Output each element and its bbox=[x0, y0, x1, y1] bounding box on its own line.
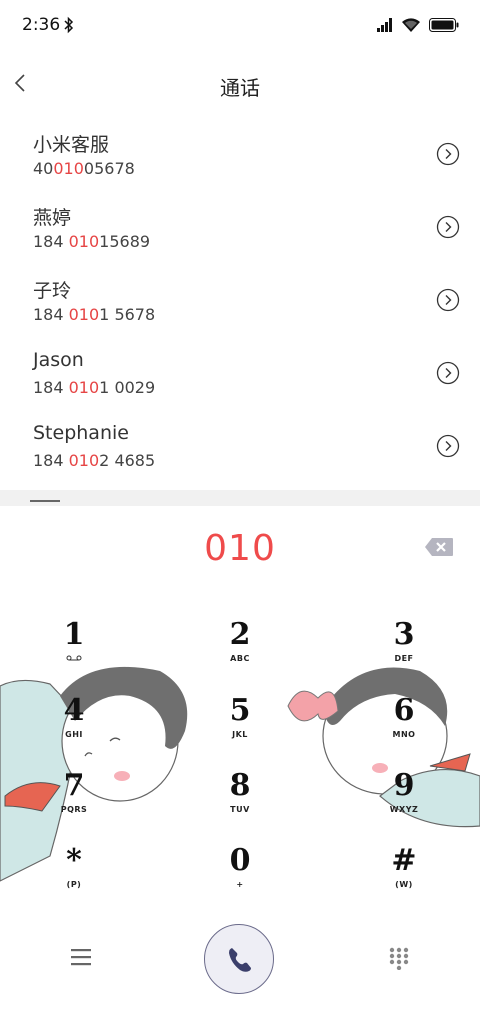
list-item[interactable]: 小米客服 4001005678 bbox=[0, 122, 480, 195]
section-divider bbox=[0, 490, 480, 506]
key-digit: 7 bbox=[63, 768, 85, 803]
key-7[interactable]: 7 PQRS bbox=[14, 769, 134, 831]
chevron-right-circle-icon[interactable] bbox=[436, 434, 460, 458]
list-item[interactable]: Jason 184 0101 0029 bbox=[0, 341, 480, 414]
contact-number: 184 0101 0029 bbox=[33, 378, 156, 397]
key-letters: (P) bbox=[66, 880, 82, 889]
keypad-icon[interactable] bbox=[388, 946, 410, 970]
key-0[interactable]: 0 + bbox=[180, 844, 300, 906]
header: 通话 bbox=[0, 62, 480, 108]
chevron-right-circle-icon[interactable] bbox=[436, 288, 460, 312]
contact-number: 184 0102 4685 bbox=[33, 451, 156, 470]
key-digit: 3 bbox=[393, 617, 415, 652]
chevron-right-circle-icon[interactable] bbox=[436, 215, 460, 239]
contact-name: 子玲 bbox=[33, 280, 72, 302]
phone-icon bbox=[229, 948, 251, 972]
key-3[interactable]: 3 DEF bbox=[344, 618, 464, 680]
call-button[interactable] bbox=[204, 924, 274, 994]
key-letters: TUV bbox=[230, 805, 250, 814]
key-digit: * bbox=[66, 843, 82, 878]
key-digit: 6 bbox=[393, 693, 415, 728]
contact-name: Jason bbox=[33, 349, 84, 371]
key-digit: 9 bbox=[393, 768, 415, 803]
list-item[interactable]: 子玲 184 0101 5678 bbox=[0, 268, 480, 341]
menu-icon[interactable] bbox=[70, 948, 92, 966]
key-digit: 4 bbox=[63, 693, 85, 728]
key-4[interactable]: 4 GHI bbox=[14, 694, 134, 756]
dialed-number: 010 bbox=[204, 528, 276, 569]
key-2[interactable]: 2 ABC bbox=[180, 618, 300, 680]
key-letters: PQRS bbox=[60, 805, 88, 814]
wifi-icon bbox=[402, 18, 420, 32]
bluetooth-icon bbox=[64, 16, 74, 34]
key-letters: (W) bbox=[395, 880, 413, 889]
backspace-icon[interactable] bbox=[424, 537, 454, 557]
chevron-right-circle-icon[interactable] bbox=[436, 142, 460, 166]
key-letters: MNO bbox=[392, 730, 416, 739]
key-digit: 5 bbox=[229, 693, 251, 728]
contact-number: 4001005678 bbox=[33, 159, 135, 178]
contact-number: 184 0101 5678 bbox=[33, 305, 156, 324]
key-letters: GHI bbox=[65, 730, 83, 739]
key-digit: 2 bbox=[229, 617, 251, 652]
status-bar: 2:36 bbox=[0, 0, 480, 52]
voicemail-icon bbox=[14, 654, 134, 663]
key-hash[interactable]: # (W) bbox=[344, 844, 464, 906]
key-letters: WXYZ bbox=[389, 805, 419, 814]
key-5[interactable]: 5 JKL bbox=[180, 694, 300, 756]
status-time: 2:36 bbox=[22, 15, 61, 35]
contact-list: 小米客服 4001005678 燕婷 184 01015689 子玲 184 0… bbox=[0, 122, 480, 487]
contact-name: 小米客服 bbox=[33, 134, 110, 156]
key-9[interactable]: 9 WXYZ bbox=[344, 769, 464, 831]
list-item[interactable]: 燕婷 184 01015689 bbox=[0, 195, 480, 268]
chevron-right-circle-icon[interactable] bbox=[436, 361, 460, 385]
battery-icon bbox=[429, 18, 459, 32]
key-1[interactable]: 1 bbox=[14, 618, 134, 680]
key-digit: # bbox=[391, 843, 417, 878]
key-digit: 8 bbox=[229, 768, 251, 803]
key-digit: 1 bbox=[63, 617, 85, 652]
key-digit: 0 bbox=[229, 843, 251, 878]
signal-icon bbox=[377, 18, 392, 32]
key-letters: ABC bbox=[230, 654, 250, 663]
key-6[interactable]: 6 MNO bbox=[344, 694, 464, 756]
section-header-peek bbox=[30, 500, 60, 502]
bottom-bar bbox=[0, 905, 480, 1013]
key-8[interactable]: 8 TUV bbox=[180, 769, 300, 831]
contact-name: 燕婷 bbox=[33, 207, 72, 229]
list-item[interactable]: Stephanie 184 0102 4685 bbox=[0, 414, 480, 487]
key-star[interactable]: * (P) bbox=[14, 844, 134, 906]
key-letters: + bbox=[236, 880, 244, 889]
key-letters: DEF bbox=[394, 654, 414, 663]
page-title: 通话 bbox=[220, 76, 260, 100]
contact-name: Stephanie bbox=[33, 422, 129, 444]
contact-number: 184 01015689 bbox=[33, 232, 151, 251]
key-letters: JKL bbox=[232, 730, 248, 739]
